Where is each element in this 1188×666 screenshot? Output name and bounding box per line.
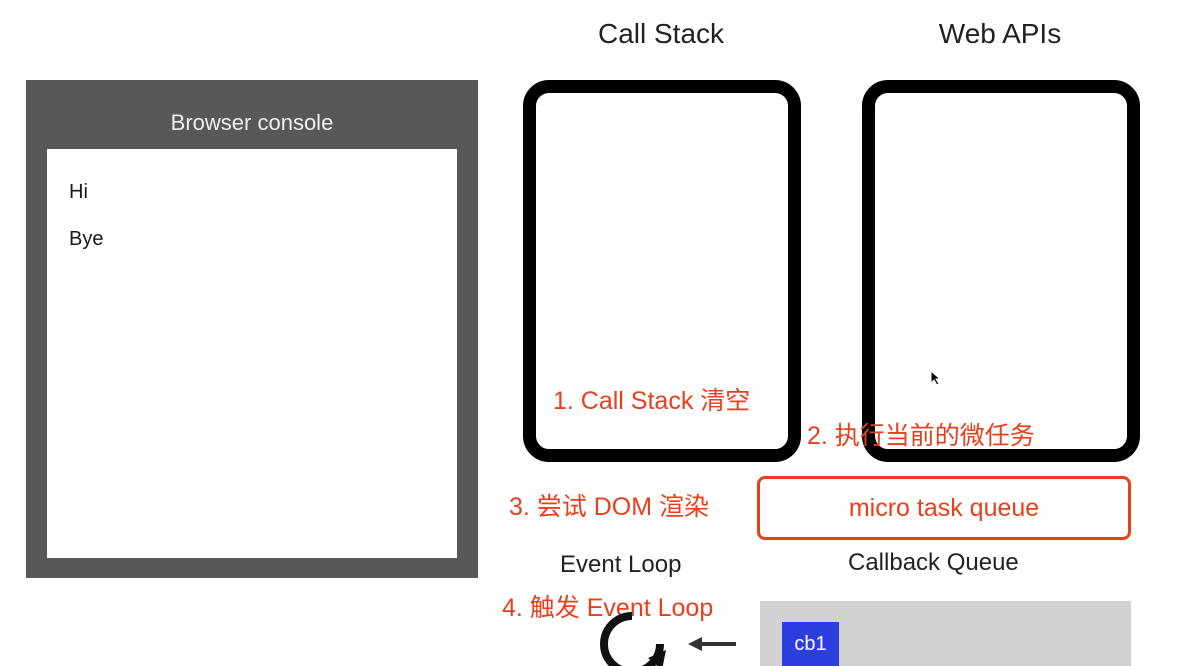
web-apis-title: Web APIs	[938, 18, 1062, 49]
step-2-annotation: 2. 执行当前的微任务	[807, 422, 1035, 450]
browser-console-output: Hi Bye	[47, 149, 457, 558]
console-line: Hi	[69, 181, 88, 203]
arrow-left-icon	[688, 637, 736, 651]
browser-console-title: Browser console	[170, 110, 334, 135]
call-stack-title: Call Stack	[597, 18, 725, 49]
callback-item-cb1: cb1	[782, 622, 839, 666]
step-3-annotation: 3. 尝试 DOM 渲染	[509, 493, 710, 521]
loop-icon	[600, 612, 666, 666]
event-loop-label: Event Loop	[560, 551, 682, 578]
console-line: Bye	[69, 228, 104, 250]
micro-task-queue-label: micro task queue	[848, 493, 1040, 522]
mouse-cursor-icon	[930, 370, 942, 386]
micro-task-queue: micro task queue	[757, 476, 1131, 540]
browser-console-panel: Browser console Hi Bye	[26, 80, 478, 578]
callback-queue-label: Callback Queue	[848, 549, 1019, 576]
web-apis-box	[862, 80, 1140, 462]
step-1-annotation: 1. Call Stack 清空	[553, 387, 751, 415]
callback-queue: cb1	[760, 601, 1131, 666]
